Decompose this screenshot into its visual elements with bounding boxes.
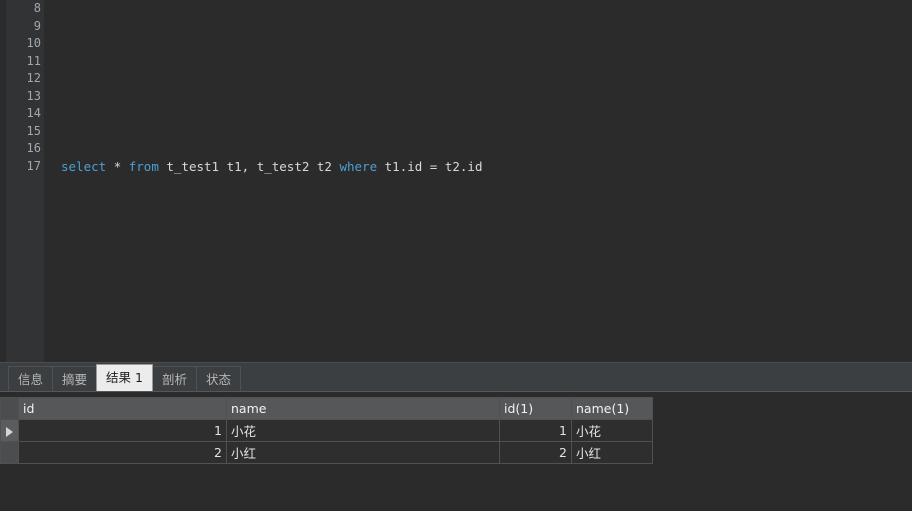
results-panel: 信息 摘要 结果 1 剖析 状态 id name id(1) name(1) 1 小花 1 小花 2 小红… — [0, 364, 912, 511]
code-line[interactable] — [44, 0, 912, 18]
tab-1[interactable]: 信息 — [8, 366, 54, 391]
code-text-area[interactable]: select * from t_test1 t1, t_test2 t2 whe… — [44, 0, 912, 362]
line-number: 14 — [26, 106, 41, 120]
code-line[interactable] — [44, 123, 912, 141]
table-row[interactable]: 1 小花 1 小花 — [0, 419, 653, 442]
column-header[interactable]: id(1) — [499, 397, 572, 420]
line-number: 13 — [26, 88, 41, 103]
code-line[interactable] — [44, 105, 912, 123]
result-grid-table[interactable]: id name id(1) name(1) 1 小花 1 小花 2 小红 2 小红 — [0, 397, 653, 464]
line-number: 16 — [26, 141, 41, 155]
line-number: 11 — [26, 53, 41, 68]
column-header[interactable]: name(1) — [571, 397, 653, 420]
result-grid-body[interactable]: 1 小花 1 小花 2 小红 2 小红 — [0, 419, 653, 464]
sql-keyword: select — [61, 158, 107, 174]
row-selector-cell[interactable] — [0, 441, 19, 464]
table-cell[interactable]: 小红 — [571, 441, 653, 464]
tab-2[interactable]: 摘要 — [52, 366, 98, 391]
code-line[interactable] — [44, 88, 912, 106]
sql-text: t1.id = t2.id — [377, 158, 483, 174]
code-line[interactable] — [44, 18, 912, 36]
table-cell[interactable]: 小花 — [226, 419, 500, 442]
table-cell[interactable]: 小花 — [571, 419, 653, 442]
code-line[interactable]: select * from t_test1 t1, t_test2 t2 whe… — [44, 158, 912, 176]
table-cell[interactable]: 2 — [18, 441, 227, 464]
line-number: 9 — [33, 18, 41, 33]
result-grid[interactable]: id name id(1) name(1) 1 小花 1 小花 2 小红 2 小红 — [0, 392, 912, 511]
line-number-gutter[interactable]: 8 9 10 11 12 13 14 15 16 17 — [6, 0, 44, 362]
code-line[interactable] — [44, 35, 912, 53]
column-header[interactable]: id — [18, 397, 227, 420]
code-line[interactable] — [44, 70, 912, 88]
sql-keyword: where — [339, 158, 378, 174]
sql-text: t_test1 t1, t_test2 t2 — [158, 158, 340, 174]
tab-label: 结果 — [106, 370, 132, 385]
sql-keyword: from — [128, 158, 159, 174]
line-number: 15 — [26, 123, 41, 138]
code-line[interactable] — [44, 53, 912, 71]
table-cell[interactable]: 1 — [18, 419, 227, 442]
table-cell[interactable]: 小红 — [226, 441, 500, 464]
line-number: 10 — [26, 36, 41, 50]
header-row: id name id(1) name(1) — [0, 397, 653, 420]
tab-label: 状态 — [206, 372, 232, 387]
column-header[interactable]: name — [226, 397, 500, 420]
table-cell[interactable]: 2 — [499, 441, 572, 464]
tab-5[interactable]: 状态 — [196, 366, 242, 391]
row-selector-cell[interactable] — [0, 419, 19, 442]
current-row-arrow-icon — [6, 426, 13, 437]
line-number: 17 — [26, 158, 41, 173]
line-number: 8 — [33, 1, 41, 15]
results-tab-bar[interactable]: 信息 摘要 结果 1 剖析 状态 — [0, 364, 912, 392]
code-line[interactable] — [44, 140, 912, 158]
tab-3[interactable]: 结果 1 — [96, 364, 153, 391]
table-cell[interactable]: 1 — [499, 419, 572, 442]
sql-editor-pane[interactable]: 8 9 10 11 12 13 14 15 16 17 select * from t_test1… — [0, 0, 912, 362]
tab-label: 摘要 — [62, 372, 88, 387]
line-number: 12 — [26, 71, 41, 85]
tab-label: 信息 — [18, 372, 44, 387]
table-row[interactable]: 2 小红 2 小红 — [0, 441, 653, 464]
tab-label: 剖析 — [162, 372, 188, 387]
tab-4[interactable]: 剖析 — [152, 366, 198, 391]
result-grid-header: id name id(1) name(1) — [0, 397, 653, 420]
tab-count-badge: 1 — [135, 370, 143, 385]
row-gutter-header — [0, 397, 19, 420]
